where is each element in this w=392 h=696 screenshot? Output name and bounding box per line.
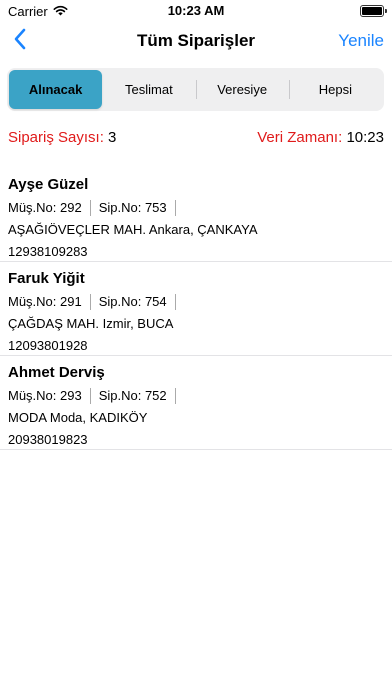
order-count-value: 3 [108, 129, 117, 146]
customer-address: AŞAĞIÖVEÇLER MAH. Ankara, ÇANKAYA [8, 222, 258, 237]
divider [89, 388, 91, 404]
order-count: Sipariş Sayısı: 3 [8, 129, 116, 146]
data-time: Veri Zamanı: 10:23 [257, 129, 384, 146]
refresh-button[interactable]: Yenile [338, 31, 384, 51]
divider [174, 388, 176, 404]
customer-name: Ayşe Güzel [8, 176, 89, 193]
divider [174, 294, 176, 310]
status-bar: Carrier 10:23 AM [0, 0, 392, 22]
battery-icon [360, 5, 387, 17]
divider [174, 200, 176, 216]
divider [89, 294, 91, 310]
order-meta: Müş.No: 292 Sip.No: 753 [8, 198, 384, 218]
data-time-label: Veri Zamanı: [257, 129, 343, 146]
divider [89, 200, 91, 216]
customer-phone: 20938019823 [8, 432, 88, 447]
tab-hepsi[interactable]: Hepsi [288, 70, 382, 109]
order-number: Sip.No: 754 [98, 294, 167, 309]
list-item[interactable]: Ahmet Derviş Müş.No: 293 Sip.No: 752 MOD… [0, 356, 392, 450]
tab-teslimat[interactable]: Teslimat [102, 70, 195, 109]
customer-address: MODA Moda, KADIKÖY [8, 410, 148, 425]
tab-alinacak[interactable]: Alınacak [9, 70, 103, 109]
list-item[interactable]: Faruk Yiğit Müş.No: 291 Sip.No: 754 ÇAĞD… [0, 262, 392, 356]
list-item[interactable]: Ayşe Güzel Müş.No: 292 Sip.No: 753 AŞAĞI… [0, 168, 392, 262]
order-count-label: Sipariş Sayısı: [8, 129, 104, 146]
order-meta: Müş.No: 291 Sip.No: 754 [8, 292, 384, 312]
customer-number: Müş.No: 292 [8, 200, 82, 215]
order-list: Ayşe Güzel Müş.No: 292 Sip.No: 753 AŞAĞI… [0, 168, 392, 450]
status-time: 10:23 AM [167, 3, 225, 18]
customer-name: Ahmet Derviş [8, 364, 105, 381]
data-time-value: 10:23 [346, 129, 384, 146]
navigation-bar: Tüm Siparişler Yenile [0, 22, 392, 62]
customer-number: Müş.No: 291 [8, 294, 82, 309]
order-number: Sip.No: 752 [98, 388, 167, 403]
summary-row: Sipariş Sayısı: 3 Veri Zamanı: 10:23 [8, 129, 384, 149]
customer-phone: 12093801928 [8, 338, 88, 353]
tab-veresiye[interactable]: Veresiye [195, 70, 289, 109]
order-number: Sip.No: 753 [98, 200, 167, 215]
customer-address: ÇAĞDAŞ MAH. Izmir, BUCA [8, 316, 174, 331]
page-title: Tüm Siparişler [136, 31, 256, 50]
customer-number: Müş.No: 293 [8, 388, 82, 403]
order-meta: Müş.No: 293 Sip.No: 752 [8, 386, 384, 406]
customer-phone: 12938109283 [8, 244, 88, 259]
order-filter-tabs: Alınacak Teslimat Veresiye Hepsi [7, 68, 384, 111]
customer-name: Faruk Yiğit [8, 270, 85, 287]
